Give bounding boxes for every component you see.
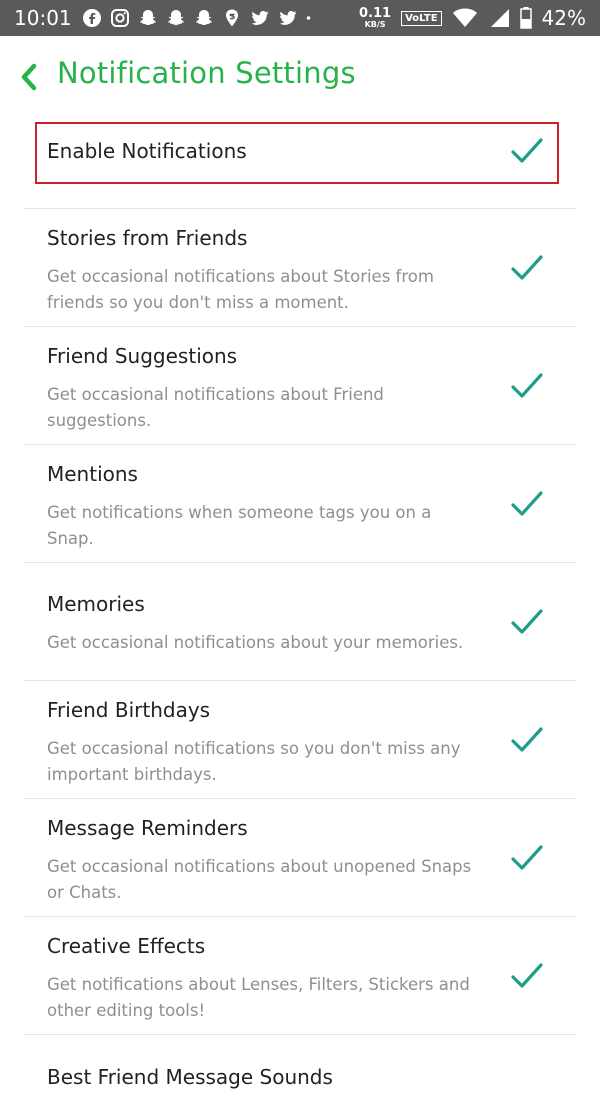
notification-icons — [82, 8, 316, 28]
highlight-box — [35, 122, 559, 184]
checkmark-icon[interactable] — [510, 961, 544, 991]
setting-label: Creative Effects — [47, 934, 206, 958]
setting-label: Best Friend Message Sounds — [47, 1065, 333, 1089]
back-chevron-icon[interactable] — [16, 62, 42, 92]
setting-item-creative-effects[interactable]: Creative Effects Get notifications about… — [24, 916, 576, 1034]
snapchat-icon — [139, 10, 156, 25]
setting-item-best-friend-message-sounds[interactable]: Best Friend Message Sounds — [24, 1034, 576, 1095]
battery-icon — [519, 7, 532, 29]
setting-description: Get occasional notifications about Stori… — [47, 267, 434, 312]
setting-label: Friend Suggestions — [47, 344, 238, 368]
setting-description: Get occasional notifications about unope… — [47, 857, 472, 902]
volte-badge: VoLTE — [401, 10, 442, 26]
setting-label: Message Reminders — [47, 816, 248, 840]
page-title: Notification Settings — [57, 56, 356, 90]
setting-item-friend-birthdays[interactable]: Friend Birthdays Get occasional notifica… — [24, 680, 576, 798]
swiggy-icon — [225, 9, 238, 27]
setting-item-stories-from-friends[interactable]: Stories from Friends Get occasional noti… — [24, 208, 576, 326]
app-bar: Notification Settings — [0, 36, 600, 118]
setting-label: Memories — [47, 592, 145, 616]
setting-item-friend-suggestions[interactable]: Friend Suggestions Get occasional notifi… — [24, 326, 576, 444]
status-bar: 10:01 0.11 KB/S VoLTE 42% — [0, 0, 600, 36]
setting-description: Get occasional notifications about Frien… — [47, 385, 384, 430]
snapchat-icon — [167, 10, 184, 25]
setting-item-message-reminders[interactable]: Message Reminders Get occasional notific… — [24, 798, 576, 916]
snapchat-icon — [195, 10, 212, 25]
setting-label: Friend Birthdays — [47, 698, 211, 722]
twitter-icon — [279, 10, 297, 25]
network-speed: 0.11 KB/S — [359, 7, 391, 29]
network-speed-value: 0.11 — [359, 6, 392, 21]
checkmark-icon[interactable] — [510, 607, 544, 637]
checkmark-icon[interactable] — [510, 843, 544, 873]
setting-item-mentions[interactable]: Mentions Get notifications when someone … — [24, 444, 576, 562]
facebook-icon — [82, 9, 101, 27]
battery-percent: 42% — [541, 6, 586, 30]
setting-description: Get occasional notifications about your … — [47, 633, 464, 652]
status-time: 10:01 — [14, 6, 72, 30]
setting-description: Get notifications about Lenses, Filters,… — [47, 975, 470, 1020]
network-speed-unit: KB/S — [364, 20, 386, 29]
setting-item-memories[interactable]: Memories Get occasional notifications ab… — [24, 562, 576, 680]
checkmark-icon[interactable] — [510, 725, 544, 755]
dot-icon — [306, 16, 310, 20]
twitter-icon — [251, 10, 269, 25]
setting-label: Stories from Friends — [47, 226, 248, 250]
setting-description: Get notifications when someone tags you … — [47, 503, 432, 548]
instagram-icon — [110, 9, 129, 27]
checkmark-icon[interactable] — [510, 253, 544, 283]
checkmark-icon[interactable] — [510, 371, 544, 401]
setting-description: Get occasional notifications so you don'… — [47, 739, 461, 784]
checkmark-icon[interactable] — [510, 489, 544, 519]
setting-label: Mentions — [47, 462, 138, 486]
settings-list: Stories from Friends Get occasional noti… — [24, 208, 576, 1095]
wifi-icon — [452, 8, 477, 27]
signal-icon — [490, 9, 509, 27]
